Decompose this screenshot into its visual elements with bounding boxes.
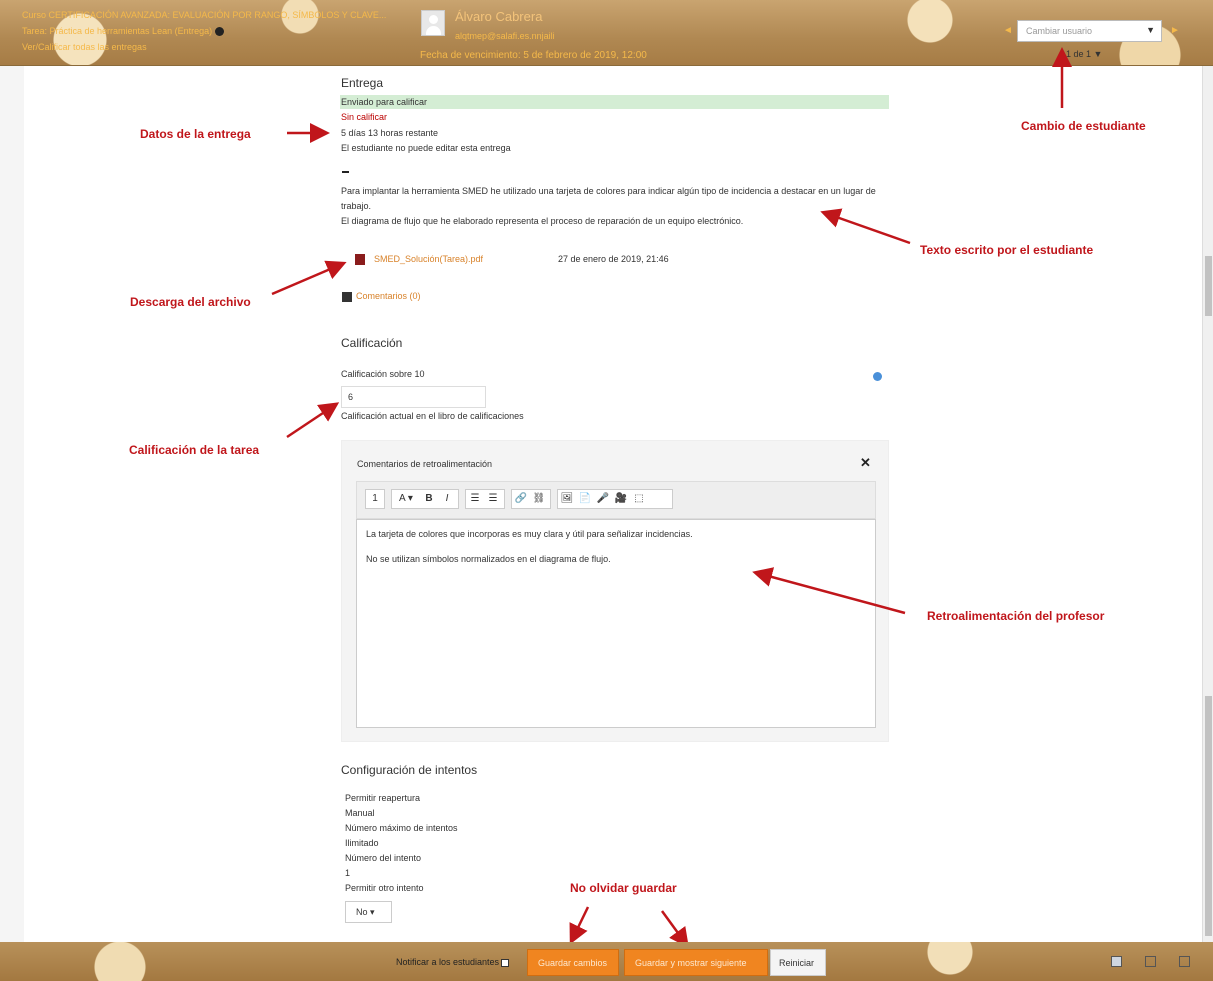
bold-icon[interactable]: B	[420, 490, 438, 508]
layout-default-icon[interactable]	[1145, 956, 1156, 967]
time-remaining: 5 días 13 horas restante	[341, 128, 439, 138]
media-icon[interactable]: 📄	[576, 490, 594, 508]
assignment-link[interactable]: Tarea: Práctica de herramientas Lean (En…	[22, 26, 225, 37]
attempt-label: Número máximo de intentos	[345, 823, 458, 833]
student-email: alqtmep@salafi.es.nnjaili	[455, 31, 555, 41]
student-text-line-2: El diagrama de flujo que he elaborado re…	[341, 216, 744, 226]
record-audio-icon[interactable]: 🎤	[594, 490, 612, 508]
attempt-label: Número del intento	[345, 853, 422, 863]
toolbar-group-2: A ▾ B I	[391, 489, 459, 509]
notify-students[interactable]: Notificar a los estudiantes	[396, 957, 510, 967]
grading-status: Sin calificar	[341, 112, 388, 122]
feedback-card: Comentarios de retroalimentación ✕ 1 A ▾…	[341, 440, 889, 742]
toolbar-group-4: 🔗 ⛓	[511, 489, 551, 509]
expand-icon[interactable]	[342, 292, 352, 302]
editing-status: El estudiante no puede editar esta entre…	[341, 143, 511, 153]
link-icon[interactable]: 🔗	[512, 490, 530, 508]
attempt-value: Ilimitado	[345, 838, 379, 848]
annotation-teacher-feedback: Retroalimentación del profesor	[927, 609, 1105, 623]
bullet-list-icon[interactable]: ☰	[466, 490, 484, 508]
feedback-line-1: La tarjeta de colores que incorporas es …	[366, 529, 693, 539]
annotation-remember-save: No olvidar guardar	[570, 881, 677, 895]
save-button[interactable]: Guardar cambios	[527, 949, 619, 976]
image-icon[interactable]: 🖼	[558, 490, 576, 508]
close-icon[interactable]: ✕	[860, 455, 871, 471]
assignment-link-label[interactable]: Tarea: Práctica de herramientas Lean (En…	[22, 26, 212, 36]
annotation-file-download: Descarga del archivo	[130, 295, 251, 309]
unlink-icon[interactable]: ⛓	[530, 490, 548, 508]
feedback-title: Comentarios de retroalimentación	[357, 459, 493, 469]
notify-checkbox[interactable]	[501, 958, 510, 967]
pdf-icon	[355, 254, 365, 265]
divider	[342, 171, 349, 173]
toolbar-group-5: 🖼 📄 🎤 🎥 ⬚	[557, 489, 673, 509]
toolbar-group-1: 1	[365, 489, 385, 509]
submission-file-date: 27 de enero de 2019, 21:46	[558, 254, 669, 264]
save-and-next-button[interactable]: Guardar y mostrar siguiente	[624, 949, 768, 976]
help-icon[interactable]	[873, 372, 882, 381]
submission-file-link[interactable]: SMED_Solución(Tarea).pdf	[374, 254, 483, 264]
attempt-label: Permitir reapertura	[345, 793, 421, 803]
manage-files-icon[interactable]: ⬚	[630, 490, 648, 508]
allow-another-attempt-select[interactable]: No ▾	[345, 901, 392, 923]
attempt-label: Permitir otro intento	[345, 883, 424, 893]
toolbar-group-3: ☰ ☰	[465, 489, 505, 509]
submission-status: Enviado para calificar	[340, 95, 889, 109]
record-video-icon[interactable]: 🎥	[612, 490, 630, 508]
reset-button[interactable]: Reiniciar	[770, 949, 826, 976]
view-all-submissions-link[interactable]: Ver/Calificar todas las entregas	[22, 42, 147, 52]
attempts-title: Configuración de intentos	[341, 763, 478, 777]
scrollbar-thumb-lower[interactable]	[1205, 696, 1212, 936]
notify-students-label: Notificar a los estudiantes	[396, 957, 500, 967]
grading-footer: Notificar a los estudiantes Guardar camb…	[0, 942, 1213, 981]
attempt-value: Manual	[345, 808, 375, 818]
student-name[interactable]: Álvaro Cabrera	[455, 9, 542, 24]
current-grade-note: Calificación actual en el libro de calif…	[341, 411, 524, 421]
layout-collapse-review-icon[interactable]	[1179, 956, 1190, 967]
feedback-editor[interactable]: La tarjeta de colores que incorporas es …	[356, 519, 876, 728]
grader-header: Curso CERTIFICACIÓN AVANZADA: EVALUACIÓN…	[0, 0, 1213, 66]
grade-label: Calificación sobre 10	[341, 369, 425, 379]
due-date: Fecha de vencimiento: 5 de febrero de 20…	[420, 50, 647, 61]
layout-collapse-grade-icon[interactable]	[1111, 956, 1122, 967]
annotation-student-text: Texto escrito por el estudiante	[920, 243, 1094, 257]
annotation-submission-data: Datos de la entrega	[140, 127, 251, 141]
scrollbar[interactable]	[1202, 66, 1213, 942]
comments-link[interactable]: Comentarios (0)	[356, 291, 421, 301]
user-pager[interactable]: 1 de 1 ▼	[1066, 49, 1102, 59]
feedback-line-2: No se utilizan símbolos normalizados en …	[366, 554, 611, 564]
avatar	[421, 10, 445, 36]
editor-toolbar: 1 A ▾ B I ☰ ☰ 🔗 ⛓ 🖼 📄 🎤 🎥 ⬚	[356, 481, 876, 519]
grade-title: Calificación	[341, 336, 403, 350]
submission-title: Entrega	[341, 76, 384, 90]
change-user-select[interactable]: Cambiar usuario ▼	[1017, 20, 1162, 42]
previous-user-icon[interactable]: ◄	[1003, 25, 1013, 36]
grade-input[interactable]: 6	[341, 386, 486, 408]
annotation-task-grade: Calificación de la tarea	[129, 443, 260, 457]
numbered-list-icon[interactable]: ☰	[484, 490, 502, 508]
attempt-value: 1	[345, 868, 351, 878]
italic-icon[interactable]: I	[438, 490, 456, 508]
student-text-line-1: Para implantar la herramienta SMED he ut…	[341, 186, 876, 211]
toolbar-toggle-icon[interactable]: 1	[366, 490, 384, 508]
style-dropdown-icon[interactable]: A ▾	[392, 490, 420, 508]
scrollbar-thumb[interactable]	[1205, 256, 1212, 316]
gear-icon[interactable]	[215, 27, 225, 37]
student-online-text: Para implantar la herramienta SMED he ut…	[341, 184, 891, 229]
course-link[interactable]: Curso CERTIFICACIÓN AVANZADA: EVALUACIÓN…	[22, 10, 386, 20]
annotation-change-student: Cambio de estudiante	[1021, 119, 1146, 133]
next-user-icon[interactable]: ►	[1170, 25, 1180, 36]
change-user-placeholder: Cambiar usuario	[1026, 26, 1093, 36]
caret-down-icon: ▼	[1146, 25, 1155, 35]
